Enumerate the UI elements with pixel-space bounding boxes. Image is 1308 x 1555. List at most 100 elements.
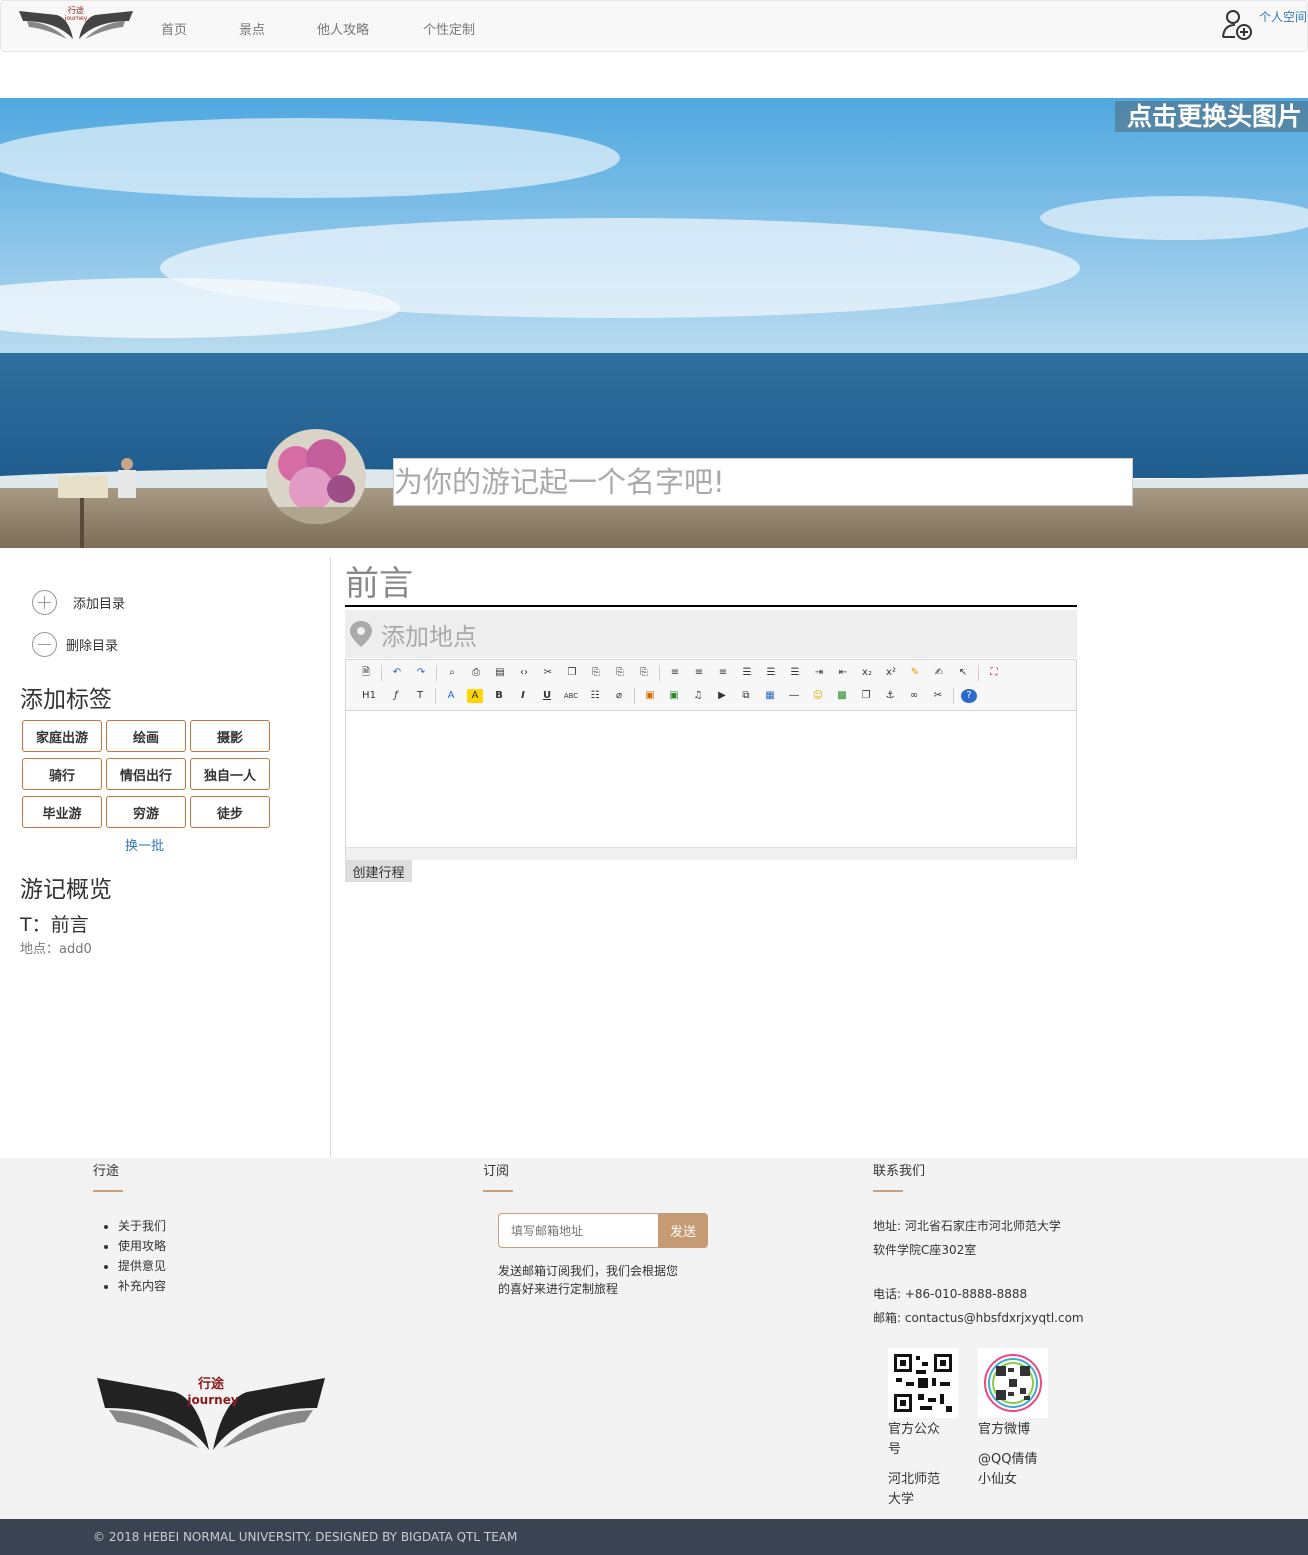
tag-button[interactable]: 穷游 [106,796,186,828]
horizontal-rule-icon[interactable]: ― [786,689,802,703]
subscript-icon[interactable]: x₂ [859,666,875,680]
select-all-icon[interactable]: ✍ [931,666,947,680]
section-title: 前言 [345,563,1077,607]
nav-item-attractions[interactable]: 景点 [239,19,265,38]
cover-banner: 点击更换头图片 [0,98,1308,548]
trip-title-input[interactable] [393,458,1133,506]
insert-video-icon[interactable]: ▣ [666,689,682,703]
insert-image-icon[interactable]: ▣ [642,689,658,703]
create-itinerary-button[interactable]: 创建行程 [345,860,412,882]
delete-directory-button[interactable]: 删除目录 [32,632,118,657]
swap-tags-link[interactable]: 换一批 [125,835,164,854]
tag-button[interactable]: 绘画 [106,720,186,752]
redo-icon[interactable]: ↷ [413,666,429,680]
tag-button[interactable]: 毕业游 [22,796,102,828]
align-left-icon[interactable]: ≡ [667,666,683,680]
footer-logo-cn-text: 行途 [197,1376,225,1392]
map-icon[interactable]: ▩ [834,689,850,703]
nav-item-home[interactable]: 首页 [161,19,187,38]
footer-divider [483,1190,513,1192]
superscript-icon[interactable]: x² [883,666,899,680]
bold-icon[interactable]: B [491,689,507,703]
add-directory-button[interactable]: 添加目录 [32,590,125,615]
cut-icon[interactable]: ✂ [540,666,556,680]
nav-item-others-guides[interactable]: 他人攻略 [317,19,369,38]
font-family-icon[interactable]: ƒ [388,689,404,703]
insert-music-icon[interactable]: ♫ [690,689,706,703]
minus-circle-icon [32,632,57,657]
tag-button[interactable]: 徒步 [190,796,270,828]
unlink-icon[interactable]: ✂ [930,689,946,703]
link-icon[interactable]: ∞ [906,689,922,703]
help-icon[interactable]: ? [961,689,977,703]
weibo-qr-code [978,1348,1048,1418]
footer-link-feedback[interactable]: 提供意见 [118,1256,166,1276]
table-icon[interactable]: ▦ [762,689,778,703]
rich-text-editor: 🗎 ↶ ↷ ⌕ ⎙ ▤ ‹› ✂ ❐ ⎘ ⎘ ⎘ ≡ ≡ ≡ ☰ ☰ ☰ ⇥ ⇤… [345,659,1077,860]
align-right-icon[interactable]: ≡ [715,666,731,680]
code-icon[interactable]: ‹› [516,666,532,680]
personal-space-link[interactable]: 个人空间 [1221,7,1307,41]
indent-icon[interactable]: ⇥ [811,666,827,680]
ordered-list-icon[interactable]: ☰ [763,666,779,680]
paste-text-icon[interactable]: ⎘ [612,666,628,680]
footer-logo: 行途 journey [97,1376,325,1450]
editor-resize-handle[interactable] [346,847,1076,860]
tag-button[interactable]: 骑行 [22,758,102,790]
footer-link-guide[interactable]: 使用攻略 [118,1236,166,1256]
fullscreen-icon[interactable]: ⛶ [986,666,1002,680]
preview-icon[interactable]: ⌕ [444,666,460,680]
tag-button[interactable]: 家庭出游 [22,720,102,752]
print-icon[interactable]: ⎙ [468,666,484,680]
tag-button[interactable]: 独自一人 [190,758,270,790]
paste-word-icon[interactable]: ⎘ [636,666,652,680]
overview-heading: 游记概览 [20,877,112,903]
template-icon[interactable]: ▤ [492,666,508,680]
subscribe-send-button[interactable]: 发送 [658,1213,708,1248]
nav-item-custom[interactable]: 个性定制 [423,19,475,38]
pointer-icon[interactable]: ↖ [955,666,971,680]
logo-en-text: journey [64,15,88,22]
copy-icon[interactable]: ❐ [564,666,580,680]
heading-dropdown[interactable]: H1 [358,689,380,703]
source-icon[interactable]: 🗎 [358,666,374,680]
footer-link-about[interactable]: 关于我们 [118,1216,166,1236]
unordered-list-icon[interactable]: ☰ [787,666,803,680]
format-painter-icon[interactable]: ☷ [587,689,603,703]
align-center-icon[interactable]: ≡ [691,666,707,680]
font-color-icon[interactable]: A [443,689,459,703]
undo-icon[interactable]: ↶ [389,666,405,680]
page-break-icon[interactable]: ❐ [858,689,874,703]
add-place-bar[interactable]: 添加地点 [345,610,1077,658]
insert-flash-icon[interactable]: ▶ [714,689,730,703]
editor-content-area[interactable] [346,711,1076,847]
emoticon-icon[interactable]: ☺ [810,689,826,703]
subscribe-email-input[interactable] [498,1213,658,1248]
anchor-icon[interactable]: ⚓ [882,689,898,703]
attachment-icon[interactable]: ⧉ [738,689,754,703]
weibo-account-name: @QQ倩倩小仙女 [978,1452,1038,1487]
tag-button[interactable]: 情侣出行 [106,758,186,790]
overview-section-title[interactable]: T：前言 [20,910,89,937]
font-size-icon[interactable]: T [412,689,428,703]
underline-icon[interactable]: U [539,689,555,703]
editor-toolbar: 🗎 ↶ ↷ ⌕ ⎙ ▤ ‹› ✂ ❐ ⎘ ⎘ ⎘ ≡ ≡ ≡ ☰ ☰ ☰ ⇥ ⇤… [346,660,1076,711]
tag-grid: 家庭出游 绘画 摄影 骑行 情侣出行 独自一人 毕业游 穷游 徒步 [22,720,272,828]
contact-address-line2: 软件学院C座302室 [873,1243,977,1257]
outdent-icon[interactable]: ⇤ [835,666,851,680]
plus-circle-icon [32,590,57,615]
paste-icon[interactable]: ⎘ [588,666,604,680]
avatar[interactable] [266,429,366,524]
italic-icon[interactable]: I [515,689,531,703]
strikethrough-icon[interactable]: ABC [563,689,579,703]
justify-icon[interactable]: ☰ [739,666,755,680]
footer-link-supplement[interactable]: 补充内容 [118,1276,166,1296]
footer-logo-en-text: journey [186,1393,239,1407]
clear-format-icon[interactable]: ✎ [907,666,923,680]
site-logo[interactable]: 行途 journey [17,3,135,45]
eraser-icon[interactable]: ⌀ [611,689,627,703]
weibo-caption: 官方微博 [978,1422,1031,1437]
highlight-color-icon[interactable]: A [467,689,483,703]
change-cover-button[interactable]: 点击更换头图片 [1114,101,1308,132]
tag-button[interactable]: 摄影 [190,720,270,752]
